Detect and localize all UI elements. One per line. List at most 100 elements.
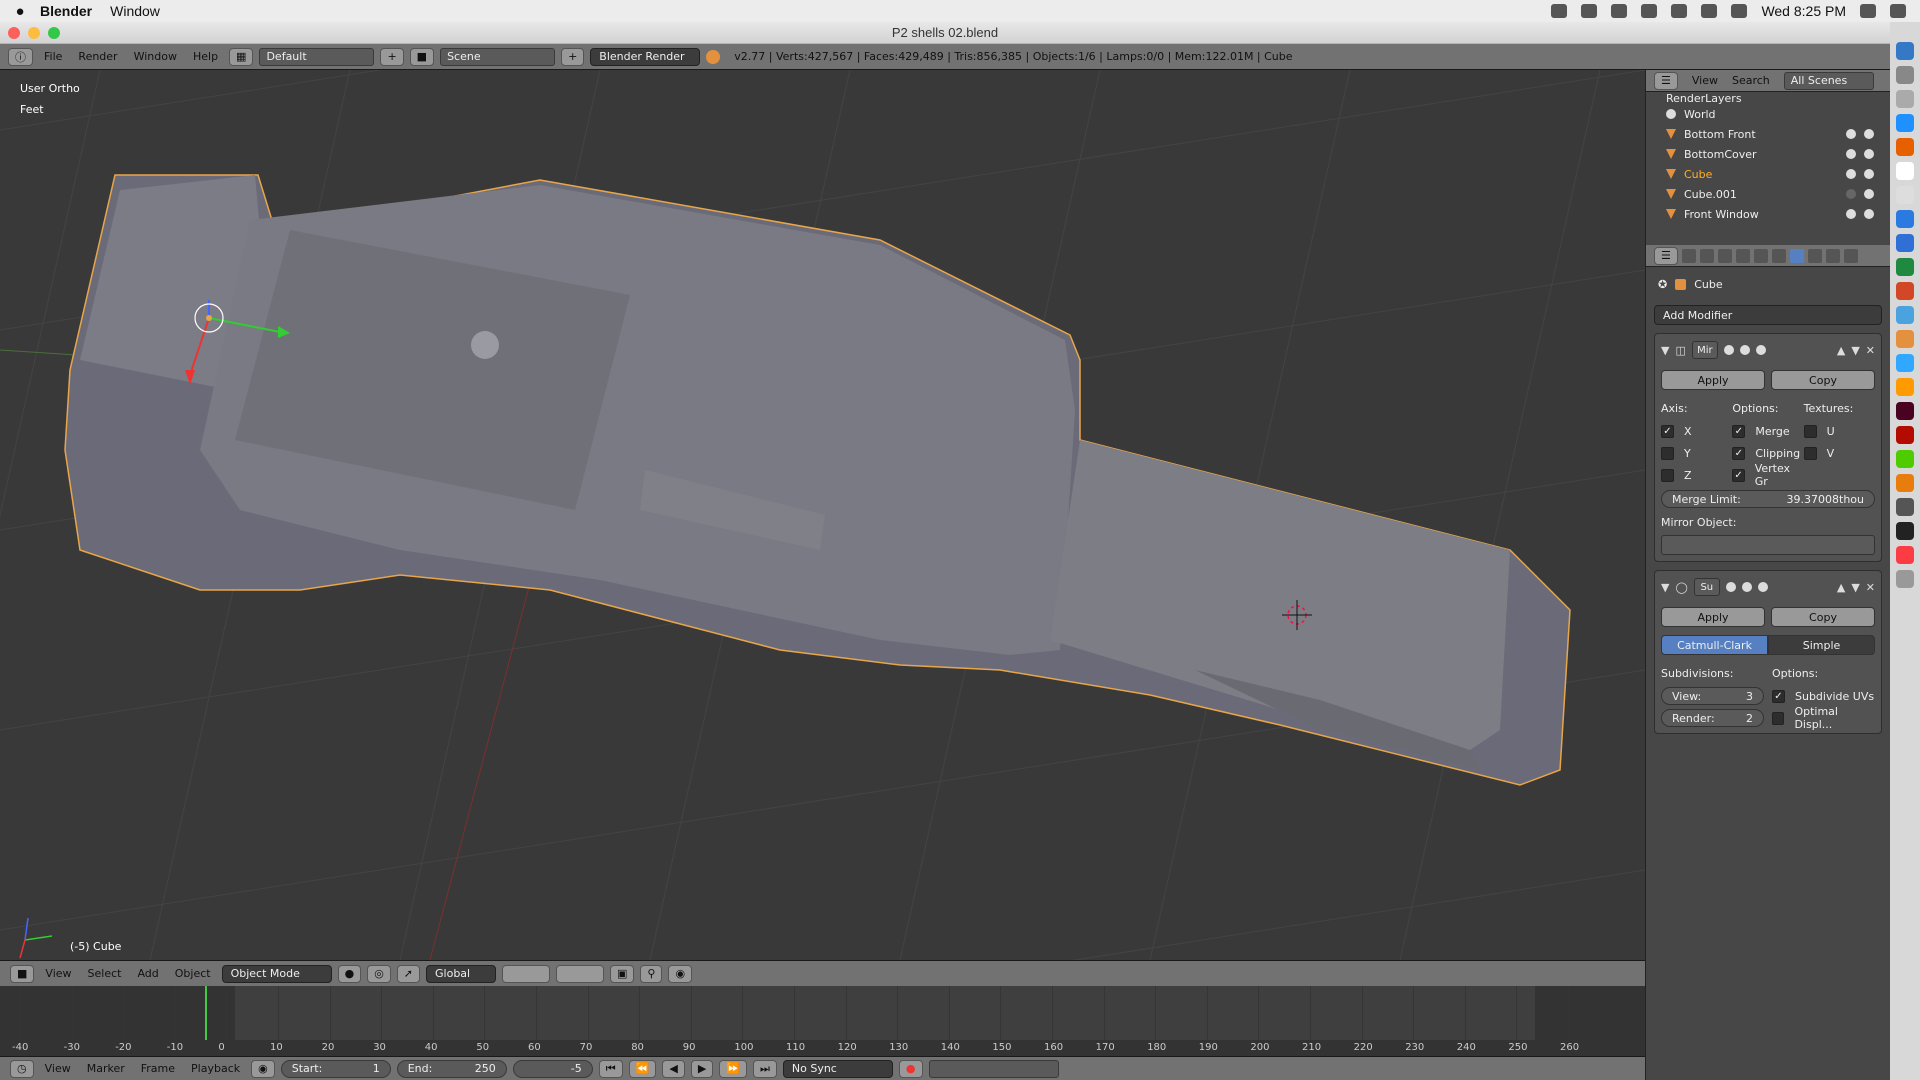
orientation-dropdown[interactable]: Global xyxy=(426,964,497,983)
render-preview-icon[interactable]: ◉ xyxy=(668,964,693,983)
merge-limit-slider[interactable]: Merge Limit: 39.37008thou xyxy=(1661,490,1875,508)
outliner-scope-dropdown[interactable]: All Scenes xyxy=(1783,71,1874,90)
close-window-button[interactable] xyxy=(8,27,20,39)
render-toggle-icon[interactable] xyxy=(1723,345,1734,355)
menu-view[interactable]: View xyxy=(40,967,76,980)
visibility-eye-icon[interactable] xyxy=(1846,189,1856,199)
mirror-name-field[interactable]: Mir xyxy=(1691,341,1718,359)
collapse-chevron-icon[interactable]: ▼ xyxy=(1661,581,1669,594)
select-arrow-icon[interactable] xyxy=(1864,169,1874,179)
add-layout-button[interactable]: + xyxy=(380,47,404,66)
menu-file[interactable]: File xyxy=(39,50,67,63)
viewport-canvas[interactable] xyxy=(0,70,1645,960)
unity-icon[interactable] xyxy=(1896,522,1914,540)
prev-key-icon[interactable]: ⏪ xyxy=(628,1059,657,1078)
calendar-icon[interactable] xyxy=(1896,186,1914,204)
shading-dropdown-icon[interactable]: ● xyxy=(337,964,362,983)
remove-modifier-icon[interactable]: ✕ xyxy=(1866,344,1875,357)
manipulator-toggle-icon[interactable]: ➚ xyxy=(396,964,421,983)
visibility-eye-icon[interactable] xyxy=(1846,169,1856,179)
lightroom-icon[interactable] xyxy=(1896,402,1914,420)
optimal-display-checkbox[interactable]: Optimal Displ... xyxy=(1772,705,1875,731)
scene-icon[interactable]: ■ xyxy=(409,47,435,66)
powerpoint-icon[interactable] xyxy=(1896,282,1914,300)
time-machine-icon[interactable] xyxy=(1641,4,1658,18)
scene-tab-icon[interactable] xyxy=(1717,248,1732,263)
editor-type-properties-icon[interactable]: ☰ xyxy=(1654,246,1678,265)
trash-icon[interactable] xyxy=(1896,570,1914,588)
data-tab-icon[interactable] xyxy=(1807,248,1822,263)
3d-viewport[interactable]: User Ortho Feet (-5) Cube xyxy=(0,70,1645,960)
menu-render[interactable]: Render xyxy=(73,50,122,63)
pivot-icon[interactable]: ◎ xyxy=(367,964,391,983)
apply-subsurf-button[interactable]: Apply xyxy=(1661,607,1765,627)
lock-layers-icon[interactable]: ▣ xyxy=(610,964,635,983)
jump-start-icon[interactable]: ⏮ xyxy=(598,1059,623,1078)
steam-icon[interactable] xyxy=(1896,498,1914,516)
wifi-icon[interactable] xyxy=(1701,4,1718,18)
bridge-icon[interactable] xyxy=(1896,474,1914,492)
render-tab-icon[interactable] xyxy=(1681,248,1696,263)
notification-icon[interactable] xyxy=(1890,4,1906,18)
illustrator-icon[interactable] xyxy=(1896,378,1914,396)
select-arrow-icon[interactable] xyxy=(1864,209,1874,219)
timeline[interactable]: -40 -30 -20 -10 0 10 20 30 40 50 60 70 80 90 100 110 120… xyxy=(0,986,1645,1056)
texture-v-checkbox[interactable]: V xyxy=(1803,444,1875,462)
layers-grid-1[interactable] xyxy=(502,964,551,983)
screen-layout-icon[interactable]: ▦ xyxy=(229,47,254,66)
cube-object[interactable] xyxy=(64,174,1571,786)
view-levels-field[interactable]: View: 3 xyxy=(1661,687,1764,705)
editor-type-3d-icon[interactable]: ■ xyxy=(10,964,35,983)
bluetooth-icon[interactable] xyxy=(1671,4,1688,18)
launchpad-icon[interactable] xyxy=(1896,66,1914,84)
drive-icon[interactable] xyxy=(1611,4,1628,18)
clipping-checkbox[interactable]: ✓ Clipping xyxy=(1732,444,1803,462)
acrobat-icon[interactable] xyxy=(1896,426,1914,444)
volume-icon[interactable] xyxy=(1731,4,1748,18)
render-engine-dropdown[interactable]: Blender Render xyxy=(590,47,701,66)
numbers-icon[interactable] xyxy=(1896,306,1914,324)
scene-field[interactable]: Scene xyxy=(440,47,556,66)
end-frame-field[interactable]: End: 250 xyxy=(396,1059,507,1078)
layers-tab-icon[interactable] xyxy=(1699,248,1714,263)
word-icon[interactable] xyxy=(1896,234,1914,252)
itunes-icon[interactable] xyxy=(1896,546,1914,564)
visibility-eye-icon[interactable] xyxy=(1846,129,1856,139)
viewport-toggle-icon[interactable] xyxy=(1739,345,1750,355)
notes-icon[interactable] xyxy=(1896,162,1914,180)
menu-tl-view[interactable]: View xyxy=(40,1062,76,1075)
sync-dropdown[interactable]: No Sync xyxy=(782,1059,893,1078)
minimize-window-button[interactable] xyxy=(28,27,40,39)
range-toggle-icon[interactable]: ◉ xyxy=(251,1059,275,1078)
outliner-item-bottom-front[interactable]: Bottom Front xyxy=(1646,124,1890,144)
editmode-toggle-icon[interactable] xyxy=(1755,345,1766,355)
render-toggle-icon[interactable] xyxy=(1725,582,1736,592)
maximize-window-button[interactable] xyxy=(48,27,60,39)
vertex-groups-checkbox[interactable]: ✓ Vertex Gr xyxy=(1732,462,1803,488)
outliner-item-world[interactable]: World xyxy=(1646,104,1890,124)
axis-x-checkbox[interactable]: ✓ X xyxy=(1661,422,1732,440)
properties-editor[interactable]: ☰ ✪ Cube Add Modifier ▼ ◫ Mir ▲ ▼ ✕ Appl… xyxy=(1645,245,1890,1080)
render-levels-field[interactable]: Render: 2 xyxy=(1661,709,1764,727)
outliner-item-bottomcover[interactable]: BottomCover xyxy=(1646,144,1890,164)
remove-modifier-icon[interactable]: ✕ xyxy=(1866,581,1875,594)
viewport-toggle-icon[interactable] xyxy=(1741,582,1752,592)
merge-checkbox[interactable]: ✓ Merge xyxy=(1732,422,1803,440)
layers-grid-2[interactable] xyxy=(556,964,605,983)
menu-marker[interactable]: Marker xyxy=(82,1062,130,1075)
subdivide-uvs-checkbox[interactable]: ✓ Subdivide UVs xyxy=(1772,687,1875,705)
add-modifier-dropdown[interactable]: Add Modifier xyxy=(1654,305,1882,325)
object-tab-icon[interactable] xyxy=(1753,248,1768,263)
move-down-icon[interactable]: ▼ xyxy=(1851,581,1859,594)
menu-help[interactable]: Help xyxy=(188,50,223,63)
safari-icon[interactable] xyxy=(1896,114,1914,132)
copy-subsurf-button[interactable]: Copy xyxy=(1771,607,1875,627)
visibility-eye-icon[interactable] xyxy=(1846,149,1856,159)
play-reverse-icon[interactable]: ◀ xyxy=(662,1059,685,1078)
modifiers-tab-icon[interactable] xyxy=(1789,248,1804,263)
select-arrow-icon[interactable] xyxy=(1864,129,1874,139)
subsurf-name-field[interactable]: Su xyxy=(1693,578,1720,596)
select-arrow-icon[interactable] xyxy=(1864,189,1874,199)
apple-menu-icon[interactable]: ● xyxy=(0,3,40,20)
world-tab-icon[interactable] xyxy=(1735,248,1750,263)
